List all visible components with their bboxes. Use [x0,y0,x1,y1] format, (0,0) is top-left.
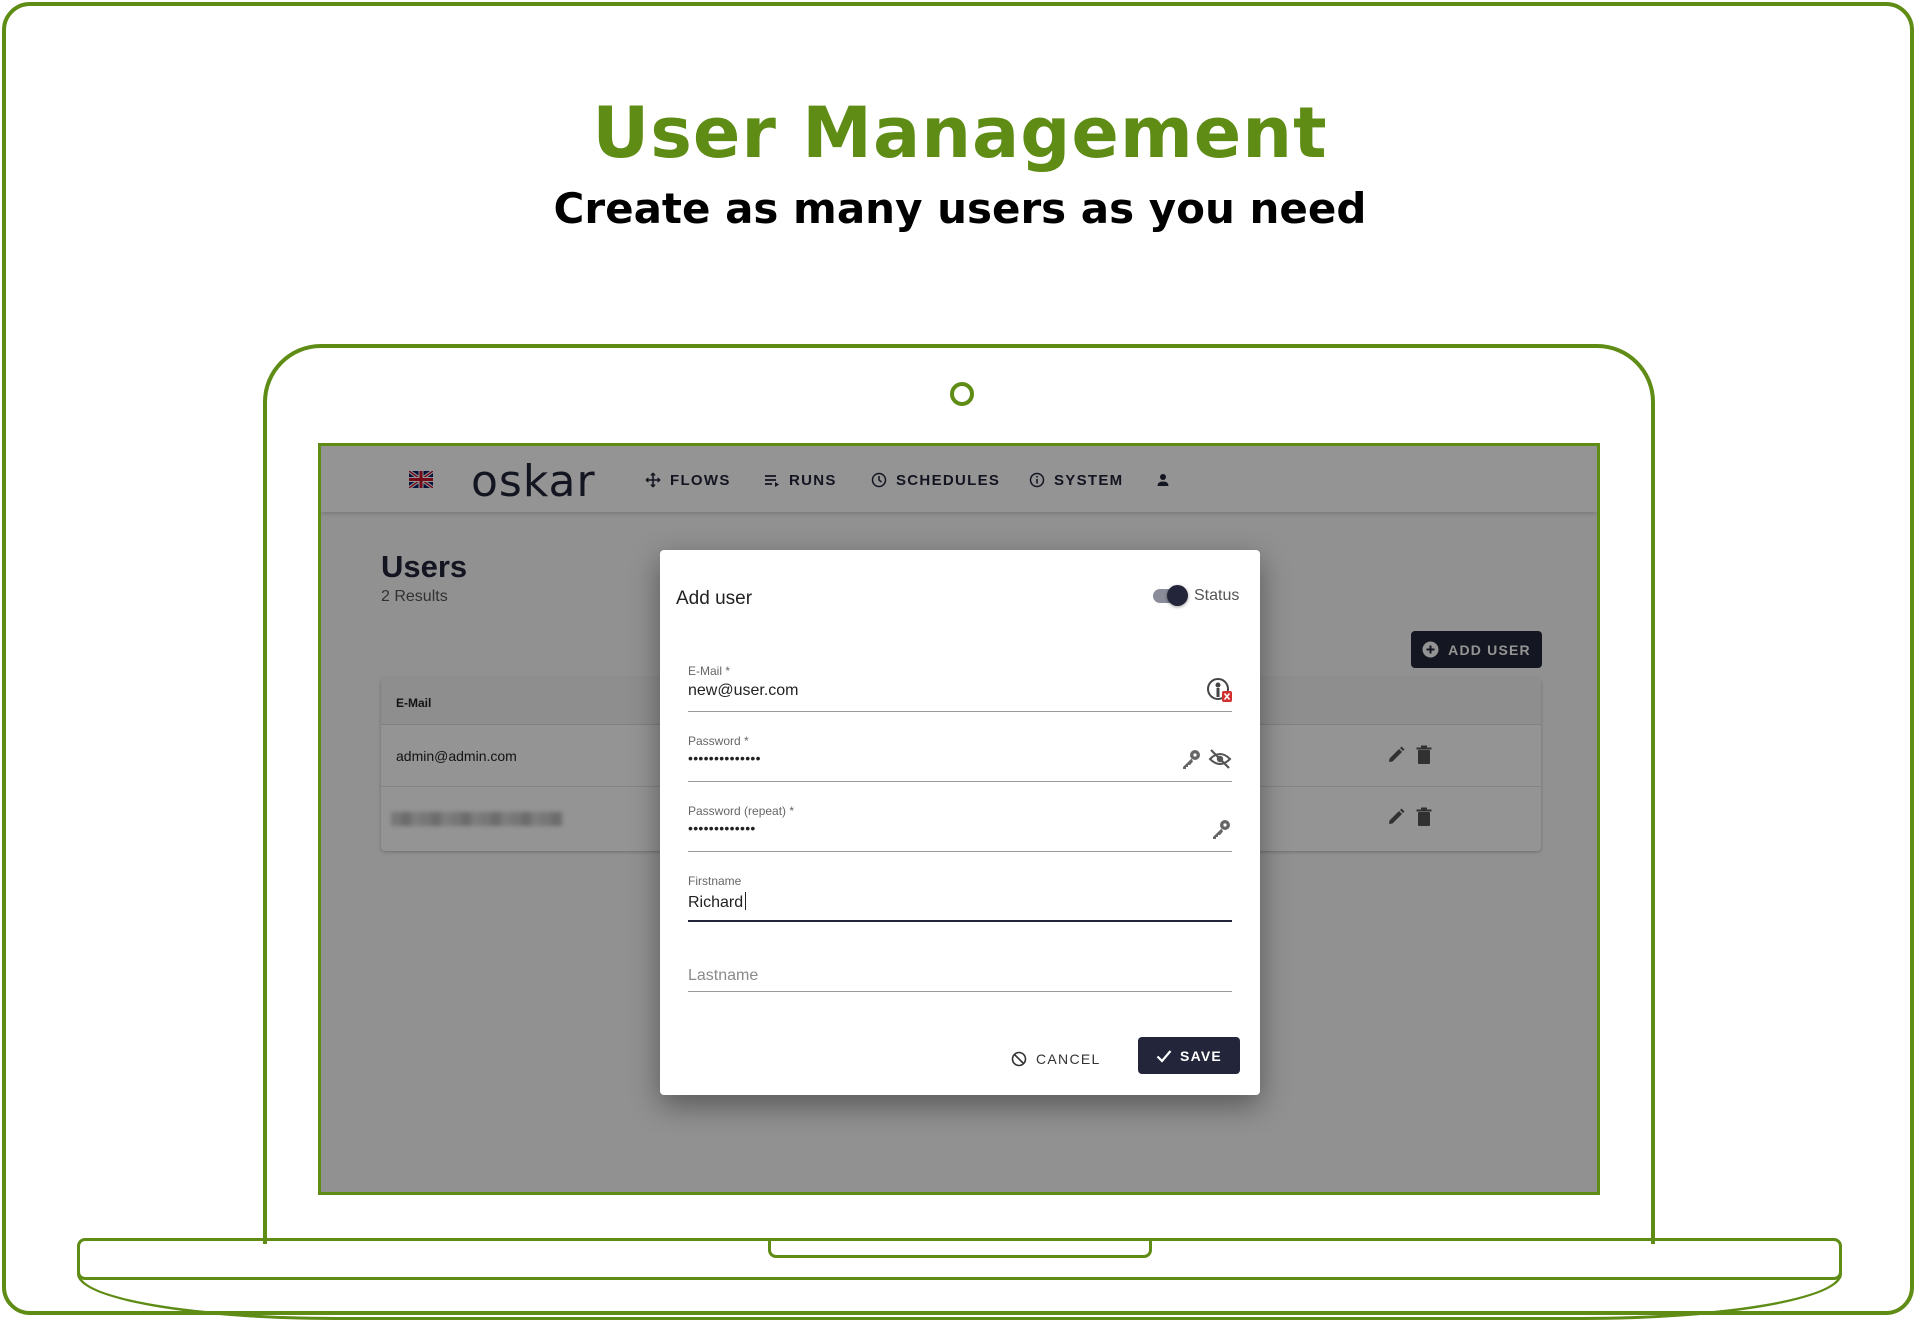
password-manager-icon[interactable] [1206,678,1232,702]
toggle-knob[interactable] [1167,585,1188,606]
password-label: Password * [688,734,749,748]
save-label: SAVE [1180,1047,1222,1064]
add-user-dialog: Add user Status E-Mail * new@user.com Pa… [660,550,1260,1095]
password-field[interactable]: Password * •••••••••••••• [688,734,1232,782]
toggle-track[interactable] [1153,585,1188,606]
firstname-field[interactable]: Firstname Richard [688,874,1232,922]
marketing-headline: User Management [592,92,1328,174]
password-repeat-field[interactable]: Password (repeat) * ••••••••••••• [688,804,1232,852]
laptop-base-bottom [77,1273,1842,1320]
password-value[interactable]: •••••••••••••• [688,750,761,766]
email-value[interactable]: new@user.com [688,682,799,700]
app-screen: oskar FLOWS RUNS SCHEDULES SYSTEM Users … [318,443,1600,1195]
key-icon[interactable] [1210,818,1232,840]
firstname-label: Firstname [688,874,742,888]
firstname-value[interactable]: Richard [688,894,743,911]
block-icon [1011,1051,1027,1067]
cancel-button[interactable]: CANCEL [1011,1041,1101,1077]
status-label: Status [1194,587,1240,604]
key-icon[interactable] [1180,748,1202,770]
visibility-off-icon[interactable] [1208,748,1232,770]
status-toggle[interactable]: Status [1153,585,1240,606]
marketing-subheadline: Create as many users as you need [553,184,1367,233]
firstname-input-area[interactable]: Richard [688,892,747,912]
password-repeat-label: Password (repeat) * [688,804,795,818]
email-label: E-Mail * [688,664,731,678]
lastname-field[interactable]: Lastname [688,944,1232,992]
lastname-placeholder[interactable]: Lastname [688,967,758,985]
password-repeat-value[interactable]: ••••••••••••• [688,820,756,836]
dialog-title: Add user [676,588,753,609]
laptop-notch [768,1238,1152,1258]
laptop-camera [950,382,974,406]
text-caret [745,892,747,910]
check-icon [1156,1049,1172,1063]
save-button[interactable]: SAVE [1138,1037,1240,1074]
cancel-label: CANCEL [1036,1051,1101,1067]
email-field[interactable]: E-Mail * new@user.com [688,664,1232,712]
